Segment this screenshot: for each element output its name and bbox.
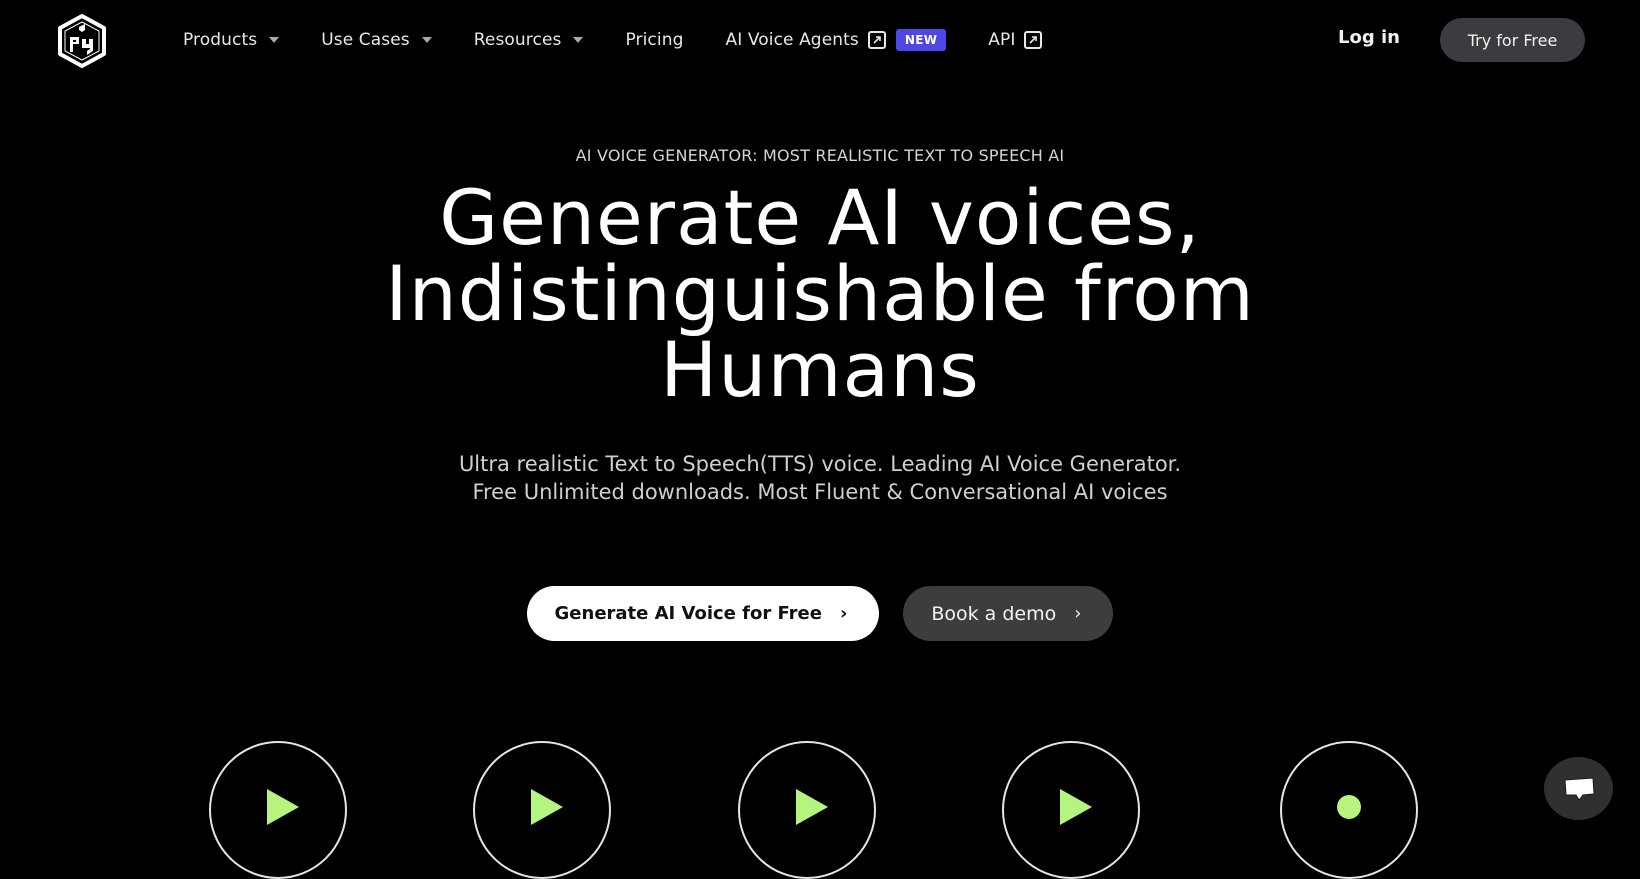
nav-item-pricing[interactable]: Pricing	[625, 30, 683, 50]
hero-subtitle: Ultra realistic Text to Speech(TTS) voic…	[0, 450, 1640, 506]
generate-ai-voice-button[interactable]: Generate AI Voice for Free ›	[526, 586, 880, 641]
nav-item-products[interactable]: Products	[183, 30, 280, 50]
nav-label: API	[988, 30, 1016, 50]
try-for-free-button[interactable]: Try for Free	[1440, 18, 1585, 62]
nav-label: AI Voice Agents	[725, 30, 859, 50]
nav-item-use-cases[interactable]: Use Cases	[321, 30, 432, 50]
book-demo-button[interactable]: Book a demo ›	[903, 586, 1114, 641]
chevron-right-icon: ›	[1074, 603, 1082, 624]
voice-sample-play-button[interactable]	[473, 741, 611, 879]
play-icon	[531, 789, 563, 825]
chat-widget-button[interactable]	[1544, 757, 1613, 820]
nav-item-ai-voice-agents[interactable]: AI Voice Agents NEW	[725, 29, 947, 51]
voice-sample-play-button[interactable]	[1002, 741, 1140, 879]
nav-item-api[interactable]: API	[988, 30, 1043, 50]
play-icon	[267, 789, 299, 825]
headline-line: Generate AI voices,	[439, 173, 1201, 262]
external-link-icon	[867, 31, 886, 49]
caret-down-icon	[573, 37, 584, 43]
headline-line: Humans	[660, 325, 980, 414]
external-link-icon	[1024, 31, 1043, 49]
nav-label: Products	[183, 30, 258, 50]
playht-logo[interactable]	[54, 13, 110, 69]
caret-down-icon	[421, 37, 432, 43]
nav-label: Use Cases	[321, 30, 410, 50]
record-dot-icon	[1337, 795, 1361, 819]
cta-row: Generate AI Voice for Free › Book a demo…	[0, 586, 1640, 641]
main-nav: Products Use Cases Resources Pricing AI …	[183, 0, 1084, 80]
hero-headline: Generate AI voices, Indistinguishable fr…	[0, 180, 1640, 408]
top-navbar: Products Use Cases Resources Pricing AI …	[0, 0, 1640, 80]
play-icon	[796, 789, 828, 825]
chat-bubble-icon	[1563, 776, 1595, 801]
voice-sample-play-button[interactable]	[209, 741, 347, 879]
chevron-right-icon: ›	[839, 603, 848, 624]
new-badge: NEW	[895, 29, 947, 51]
voice-sample-play-button[interactable]	[738, 741, 876, 879]
logo-cube-icon	[58, 14, 106, 68]
nav-item-resources[interactable]: Resources	[474, 30, 584, 50]
nav-label: Pricing	[625, 30, 684, 50]
nav-label: Resources	[473, 30, 562, 50]
voice-sample-record-button[interactable]	[1280, 741, 1418, 879]
subtitle-line: Free Unlimited downloads. Most Fluent & …	[472, 480, 1168, 504]
login-link[interactable]: Log in	[1338, 27, 1400, 48]
button-label: Book a demo	[931, 602, 1057, 625]
play-icon	[1060, 789, 1092, 825]
button-label: Generate AI Voice for Free	[554, 603, 822, 624]
subtitle-line: Ultra realistic Text to Speech(TTS) voic…	[458, 452, 1182, 476]
headline-line: Indistinguishable from	[385, 249, 1255, 338]
hero-eyebrow: AI VOICE GENERATOR: MOST REALISTIC TEXT …	[575, 146, 1065, 165]
caret-down-icon	[269, 37, 280, 43]
